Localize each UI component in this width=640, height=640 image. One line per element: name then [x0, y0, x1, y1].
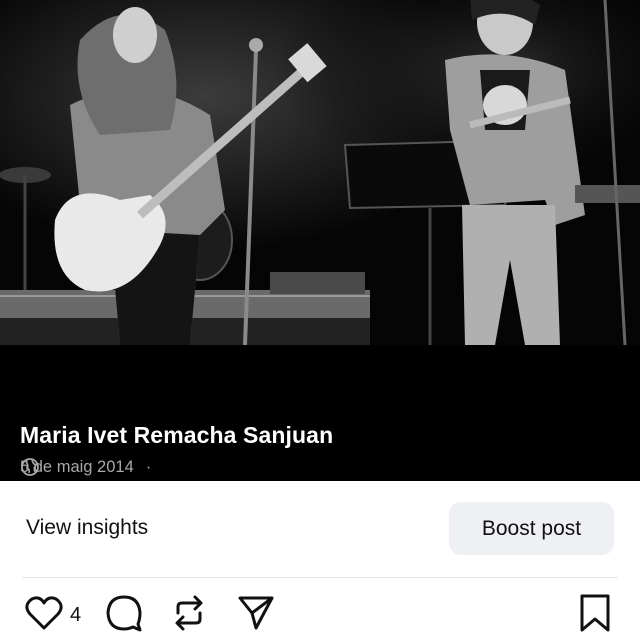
meta-separator: · — [145, 457, 152, 476]
comment-button[interactable] — [104, 593, 144, 637]
globe-icon — [21, 457, 181, 477]
comment-icon — [104, 593, 144, 638]
like-count: 4 — [70, 603, 82, 626]
like-button[interactable]: 4 — [24, 593, 81, 637]
bookmark-icon — [578, 593, 612, 638]
post-meta: 5 de maig 2014 · — [20, 457, 181, 477]
share-icon — [236, 593, 276, 638]
repost-button[interactable] — [170, 593, 208, 637]
post-photo[interactable]: Maria Ivet Remacha Sanjuan 5 de maig 201… — [0, 0, 640, 481]
boost-post-button[interactable]: Boost post — [449, 502, 614, 555]
post-author-name[interactable]: Maria Ivet Remacha Sanjuan — [20, 422, 333, 449]
divider — [22, 577, 618, 578]
share-button[interactable] — [236, 593, 276, 637]
view-insights-button[interactable]: View insights — [26, 516, 148, 540]
bookmark-button[interactable] — [578, 593, 612, 637]
concert-photo — [0, 0, 640, 346]
heart-icon — [24, 595, 64, 636]
repost-icon — [170, 593, 208, 638]
